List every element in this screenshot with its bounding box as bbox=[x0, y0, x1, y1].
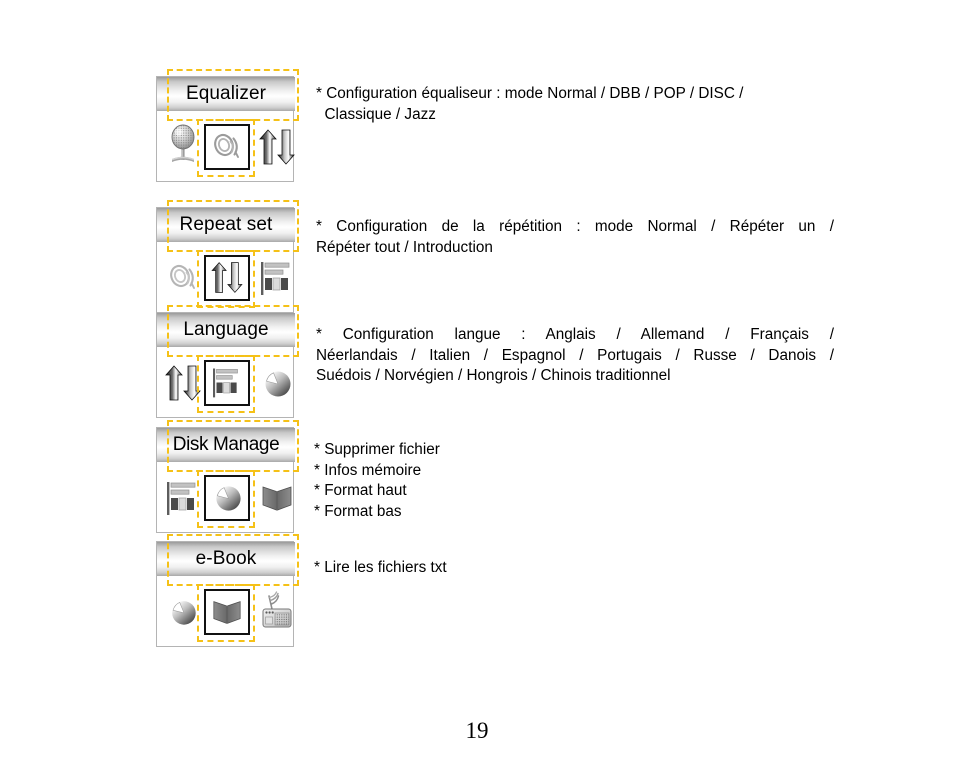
menu-panel[interactable]: Equalizer bbox=[156, 76, 295, 182]
menu-title-label: Language bbox=[183, 319, 269, 340]
up-down-arrows-icon bbox=[161, 359, 205, 407]
page-number: 19 bbox=[465, 718, 489, 743]
book-icon-box[interactable] bbox=[204, 588, 250, 635]
sound-waves-icon-box[interactable] bbox=[204, 123, 250, 170]
manual-page: Equalizer * Configuration équaliseur: m… bbox=[0, 0, 954, 761]
book-icon bbox=[213, 600, 241, 624]
description-line: Néerlandais / Italien / Espagnol / Portu… bbox=[316, 346, 834, 364]
pie-chart-icon bbox=[161, 588, 205, 636]
description-line: * Configuration de la répétition : mode … bbox=[316, 218, 834, 235]
up-down-arrows-icon bbox=[255, 123, 299, 171]
description-line: * Lire les fichiers txt bbox=[314, 559, 447, 576]
menu-title-bar: Language bbox=[157, 313, 295, 347]
description-line: * Configuration équaliseur : mode Normal… bbox=[316, 85, 744, 102]
sound-waves-icon bbox=[214, 133, 239, 158]
pie-chart-icon bbox=[215, 486, 241, 511]
menu-icon-row bbox=[157, 462, 295, 533]
up-down-arrows-icon-box[interactable] bbox=[204, 254, 250, 301]
menu-description-repeat-set: * Configuration de la répétition : mode … bbox=[316, 217, 834, 258]
menu-description-disk-manage: * Supprimer fichier * Infos mémoire * Fo… bbox=[314, 440, 614, 522]
menu-icon-row bbox=[157, 111, 295, 182]
menu-panel[interactable]: Repeat set bbox=[156, 207, 295, 313]
description-line: Répéter tout / Introduction bbox=[316, 238, 493, 256]
menu-icon-row bbox=[157, 242, 295, 313]
description-line: * Configuration langue : Anglais / Allem… bbox=[316, 326, 834, 343]
menu-description-equalizer: * Configuration équaliseur : mode Normal… bbox=[316, 84, 834, 125]
radio-icon bbox=[255, 588, 299, 636]
menu-description-e-book: * Lire les fichiers txt bbox=[314, 558, 614, 579]
menu-icon-row bbox=[157, 576, 295, 647]
bar-chart-icon bbox=[161, 474, 205, 522]
menu-title-bar: e-Book bbox=[157, 542, 295, 576]
sound-waves-icon bbox=[161, 254, 205, 302]
bar-chart-icon bbox=[255, 254, 299, 302]
menu-panel[interactable]: Disk Manage bbox=[156, 427, 295, 533]
menu-icon-row bbox=[157, 347, 295, 418]
description-line: Suédois / Norvégien / Hongrois / Chinois… bbox=[316, 367, 671, 384]
book-icon bbox=[255, 474, 299, 522]
menu-panel[interactable]: e-Book bbox=[156, 541, 295, 647]
pie-chart-icon-box[interactable] bbox=[204, 474, 250, 521]
menu-title-label: Repeat set bbox=[179, 214, 273, 235]
menu-panel[interactable]: Language bbox=[156, 312, 295, 418]
up-down-arrows-icon bbox=[211, 262, 243, 293]
menu-title-bar: Repeat set bbox=[157, 208, 295, 242]
menu-title-label: Equalizer bbox=[185, 83, 267, 104]
bar-chart-icon-box[interactable] bbox=[204, 359, 250, 406]
menu-title-label: Disk Manage bbox=[172, 434, 280, 455]
description-line: * Infos mémoire bbox=[314, 461, 422, 479]
description-line: Classique / Jazz bbox=[316, 105, 436, 123]
menu-description-language: * Configuration langue : Anglais / Allem… bbox=[316, 325, 834, 387]
microphone-icon bbox=[161, 123, 205, 171]
pie-chart-icon bbox=[255, 359, 299, 407]
bar-chart-icon bbox=[213, 368, 238, 398]
menu-title-label: e-Book bbox=[195, 548, 257, 569]
menu-title-bar: Disk Manage bbox=[157, 428, 295, 462]
description-line: * Format bas bbox=[314, 502, 402, 520]
description-line: * Supprimer fichier bbox=[314, 441, 440, 458]
menu-title-bar: Equalizer bbox=[157, 77, 295, 111]
description-line: * Format haut bbox=[314, 482, 407, 499]
